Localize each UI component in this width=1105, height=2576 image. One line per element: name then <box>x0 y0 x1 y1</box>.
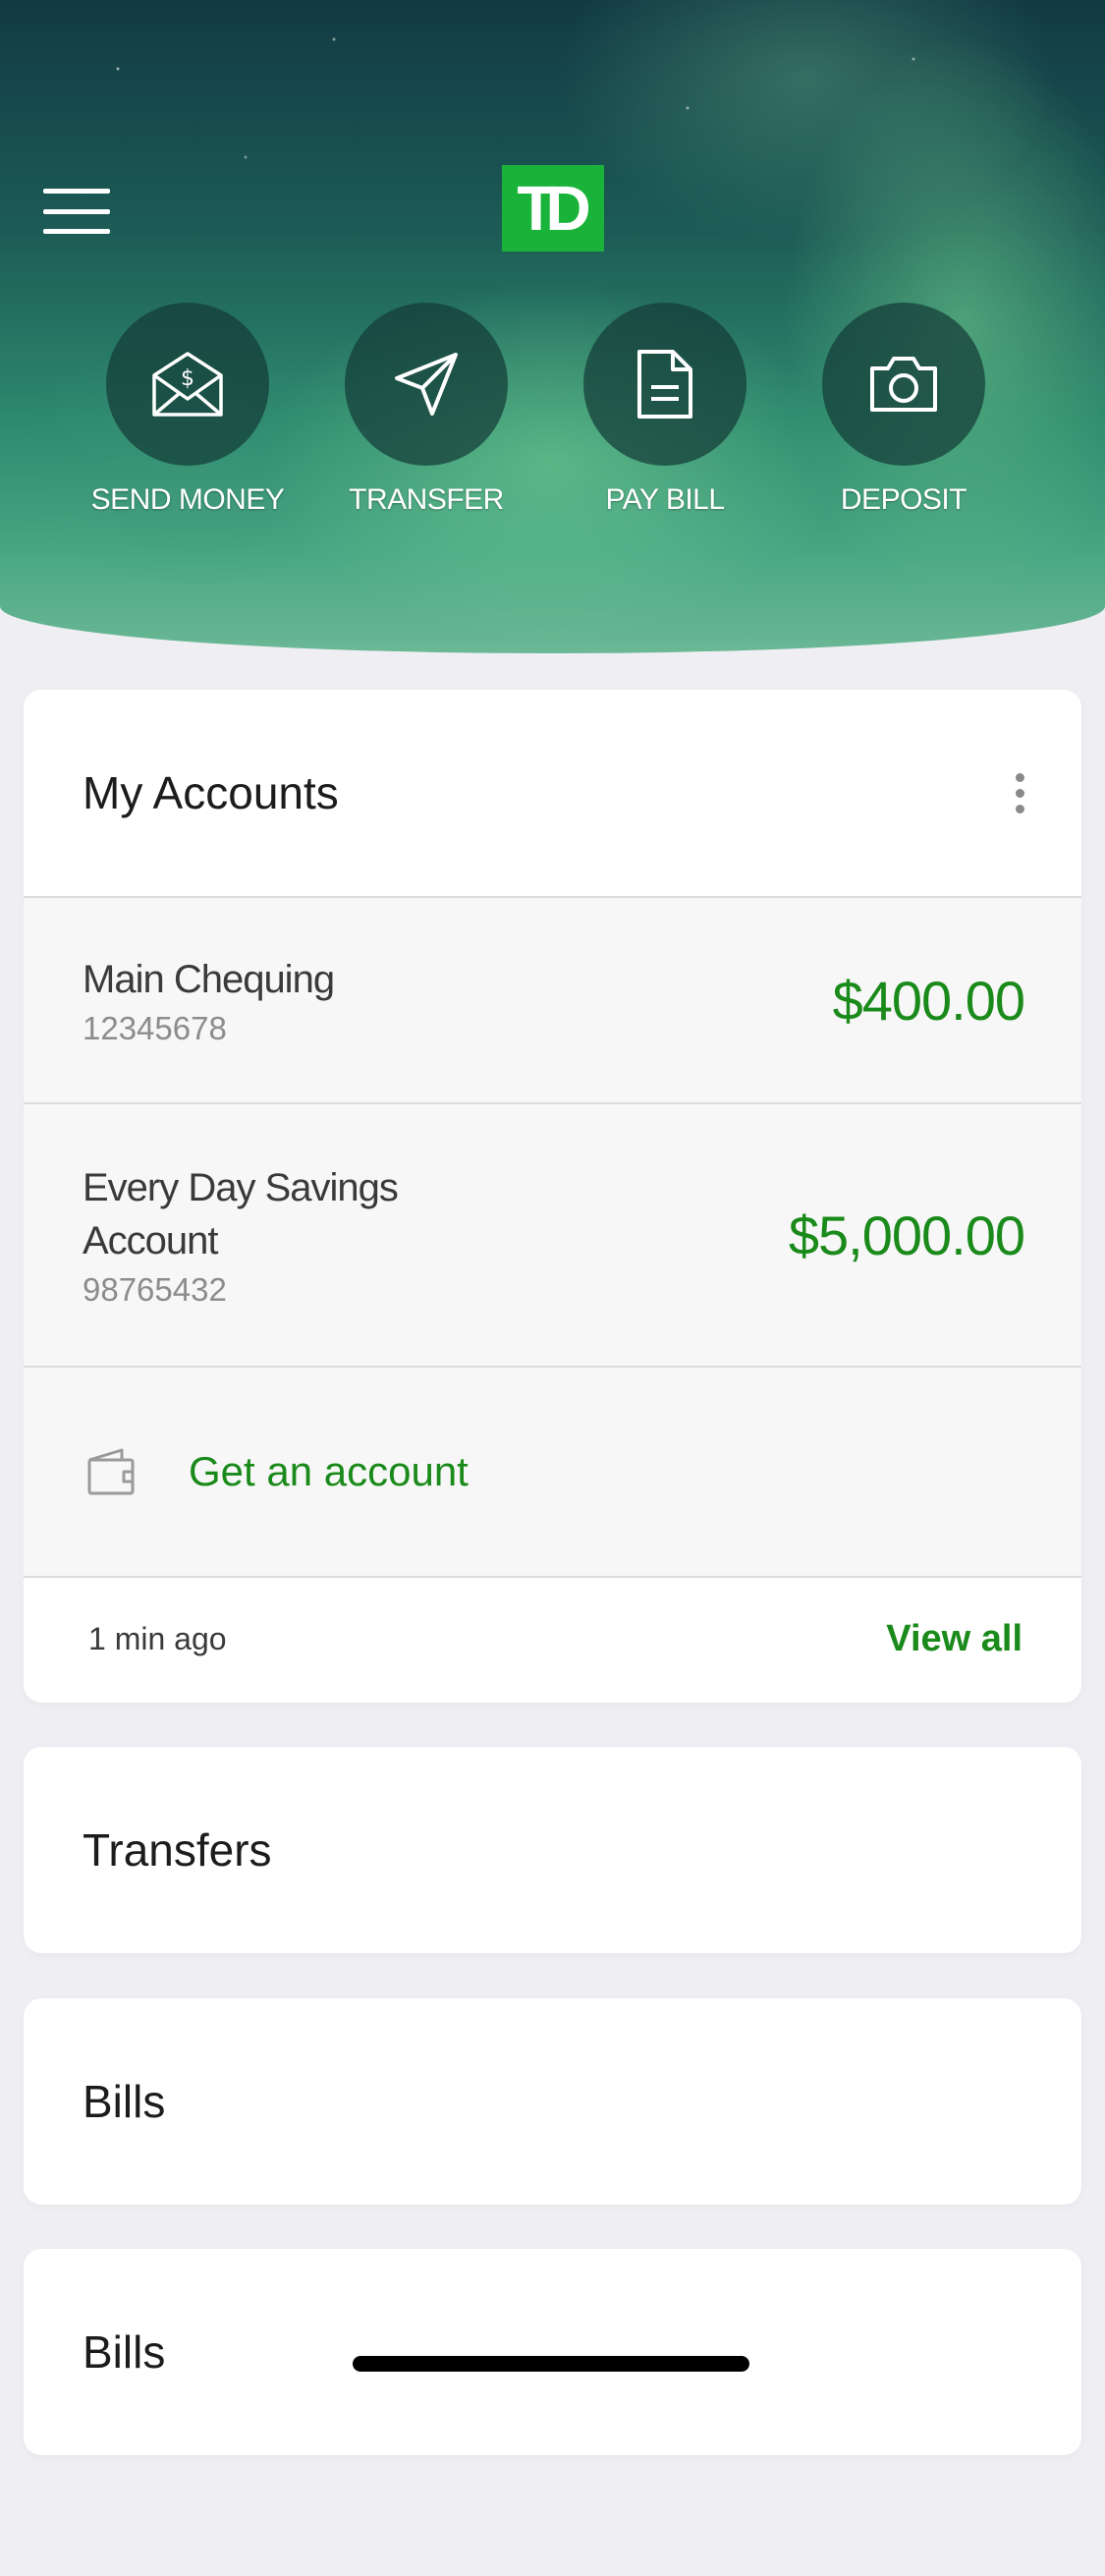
view-all-link[interactable]: View all <box>886 1618 1022 1660</box>
transfers-title: Transfers <box>83 1824 272 1876</box>
my-accounts-card: My Accounts Main Chequing 12345678 $400.… <box>24 690 1081 1703</box>
get-an-account-button[interactable]: Get an account <box>24 1368 1081 1578</box>
transfer-label: TRANSFER <box>349 483 504 516</box>
bills-card[interactable]: Bills <box>24 2249 1081 2455</box>
account-name: Main Chequing <box>83 958 335 1001</box>
last-updated-text: 1 min ago <box>88 1621 227 1656</box>
deposit-button[interactable]: DEPOSIT <box>796 303 1012 517</box>
account-name: Every Day Savings Account <box>83 1166 399 1262</box>
account-number: 12345678 <box>83 1010 227 1046</box>
pay-bill-label: PAY BILL <box>605 483 725 516</box>
account-info: Every Day Savings Account 98765432 <box>83 1161 456 1309</box>
account-row-main-chequing[interactable]: Main Chequing 12345678 $400.00 <box>24 898 1081 1104</box>
document-icon <box>637 350 692 419</box>
transfer-button[interactable]: TRANSFER <box>318 303 534 517</box>
account-info: Main Chequing 12345678 <box>83 953 456 1047</box>
accounts-footer: 1 min ago View all <box>24 1578 1081 1701</box>
transfers-card[interactable]: Transfers <box>24 1747 1081 1953</box>
bills-card[interactable]: Bills <box>24 1998 1081 2205</box>
camera-icon <box>870 357 937 412</box>
account-balance: $5,000.00 <box>788 1204 1025 1266</box>
my-accounts-title: My Accounts <box>83 767 339 818</box>
send-money-label: SEND MONEY <box>90 483 285 516</box>
more-options-icon[interactable] <box>1006 763 1034 823</box>
wallet-icon <box>87 1448 135 1495</box>
td-logo: TD <box>502 165 604 252</box>
my-accounts-header: My Accounts <box>24 690 1081 898</box>
get-an-account-label: Get an account <box>189 1448 469 1494</box>
hamburger-menu-icon[interactable] <box>43 189 110 234</box>
account-row-savings[interactable]: Every Day Savings Account 98765432 $5,00… <box>24 1104 1081 1368</box>
home-indicator[interactable] <box>353 2356 749 2372</box>
bills-title: Bills <box>83 2326 166 2378</box>
pay-bill-button[interactable]: PAY BILL <box>557 303 773 517</box>
quick-actions: $ SEND MONEY TRANSFER PAY BILL DEPOSIT <box>0 303 1105 538</box>
account-number: 98765432 <box>83 1271 227 1308</box>
deposit-label: DEPOSIT <box>840 483 967 516</box>
envelope-dollar-icon: $ <box>152 352 223 417</box>
hero-banner: TD $ SEND MONEY TRANSFER PAY BILL DEPOSI… <box>0 0 1105 653</box>
bills-title: Bills <box>83 2076 166 2127</box>
send-money-button[interactable]: $ SEND MONEY <box>80 303 296 517</box>
account-balance: $400.00 <box>832 969 1025 1032</box>
paper-plane-icon <box>395 353 458 416</box>
svg-text:$: $ <box>181 366 194 391</box>
